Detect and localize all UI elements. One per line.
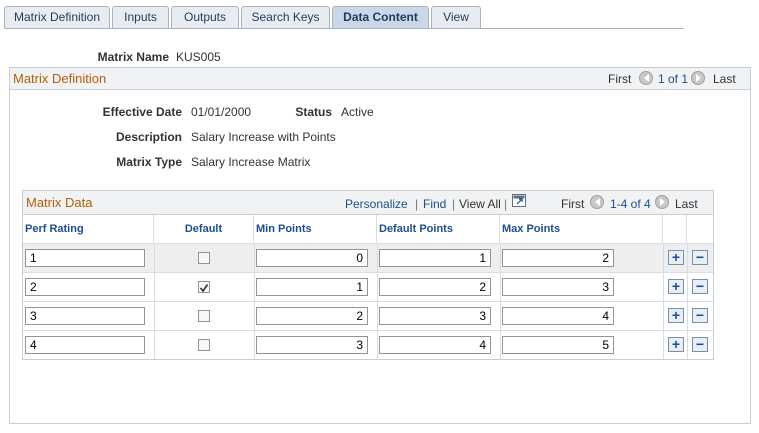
- perf-rating-field[interactable]: [25, 278, 145, 296]
- matrix-type-value: Salary Increase Matrix: [191, 155, 311, 169]
- tab-search-keys[interactable]: Search Keys: [241, 6, 330, 28]
- default-points-field[interactable]: [379, 336, 491, 354]
- matrix-definition-title: Matrix Definition: [13, 71, 107, 86]
- matrix-name-label: Matrix Name: [97, 50, 169, 64]
- tab-view[interactable]: View: [431, 6, 481, 28]
- previous-icon[interactable]: [639, 71, 653, 85]
- grid-last-label: Last: [675, 197, 698, 211]
- column-header-default-points: Default Points: [377, 215, 500, 243]
- default-points-field[interactable]: [379, 278, 491, 296]
- separator: |: [415, 197, 419, 211]
- definition-last-label: Last: [713, 72, 736, 86]
- matrix-name-value: KUS005: [176, 50, 221, 64]
- perf-rating-field[interactable]: [25, 307, 145, 325]
- status-label: Status: [295, 105, 332, 119]
- find-link[interactable]: Find: [423, 197, 446, 211]
- table-row: + −: [23, 301, 713, 330]
- add-row-button[interactable]: +: [668, 337, 684, 352]
- effective-date-value: 01/01/2000: [191, 105, 252, 119]
- max-points-field[interactable]: [502, 249, 614, 267]
- min-points-field[interactable]: [256, 307, 368, 325]
- column-divider: [254, 243, 255, 359]
- column-header-default: Default: [154, 215, 254, 243]
- column-header-add: [663, 215, 687, 243]
- separator: |: [452, 197, 456, 211]
- tab-data-content[interactable]: Data Content: [332, 6, 429, 29]
- separator: |: [504, 197, 508, 211]
- description-value: Salary Increase with Points: [191, 130, 336, 144]
- grid-count: 1-4 of 4: [610, 197, 651, 211]
- column-header-min-points: Min Points: [254, 215, 377, 243]
- effective-date-label: Effective Date: [102, 105, 182, 119]
- matrix-type-label: Matrix Type: [116, 155, 182, 169]
- view-all-link[interactable]: View All: [459, 197, 501, 211]
- max-points-field[interactable]: [502, 307, 614, 325]
- tab-divider: [4, 28, 684, 29]
- definition-count: 1 of 1: [658, 72, 689, 86]
- personalize-link[interactable]: Personalize: [345, 197, 408, 211]
- add-row-button[interactable]: +: [668, 308, 684, 323]
- column-header-delete: [687, 215, 713, 243]
- description-label: Description: [115, 130, 182, 144]
- column-divider: [663, 243, 664, 359]
- default-checkbox[interactable]: [198, 339, 210, 351]
- add-row-button[interactable]: +: [668, 279, 684, 294]
- matrix-data-grid: Matrix Data Personalize | Find | View Al…: [22, 190, 714, 360]
- perf-rating-field[interactable]: [25, 336, 145, 354]
- default-checkbox[interactable]: [198, 281, 210, 293]
- tab-bar: Matrix Definition Inputs Outputs Search …: [4, 6, 684, 29]
- tab-matrix-definition[interactable]: Matrix Definition: [4, 6, 110, 28]
- next-icon[interactable]: [691, 71, 705, 85]
- default-points-field[interactable]: [379, 307, 491, 325]
- definition-first-label: First: [608, 72, 632, 86]
- new-window-icon[interactable]: [512, 194, 526, 207]
- column-divider: [377, 243, 378, 359]
- column-divider: [687, 243, 688, 359]
- max-points-field[interactable]: [502, 336, 614, 354]
- column-divider: [154, 243, 155, 359]
- next-icon[interactable]: [655, 195, 669, 209]
- min-points-field[interactable]: [256, 249, 368, 267]
- tab-inputs[interactable]: Inputs: [112, 6, 169, 28]
- min-points-field[interactable]: [256, 336, 368, 354]
- perf-rating-field[interactable]: [25, 249, 145, 267]
- delete-row-button[interactable]: −: [692, 250, 708, 265]
- column-header-max-points: Max Points: [500, 215, 663, 243]
- add-row-button[interactable]: +: [668, 250, 684, 265]
- previous-icon[interactable]: [590, 195, 604, 209]
- column-header-perf-rating: Perf Rating: [23, 215, 154, 243]
- max-points-field[interactable]: [502, 278, 614, 296]
- table-row: + −: [23, 243, 713, 272]
- matrix-data-title: Matrix Data: [26, 195, 93, 210]
- check-icon: [199, 284, 209, 293]
- matrix-data-header: Matrix Data Personalize | Find | View Al…: [23, 191, 713, 215]
- delete-row-button[interactable]: −: [692, 279, 708, 294]
- grid-first-label: First: [561, 197, 585, 211]
- matrix-definition-header: Matrix Definition First 1 of 1 Last: [10, 68, 750, 90]
- min-points-field[interactable]: [256, 278, 368, 296]
- default-checkbox[interactable]: [198, 310, 210, 322]
- delete-row-button[interactable]: −: [692, 337, 708, 352]
- status-value: Active: [341, 105, 374, 119]
- table-row: + −: [23, 272, 713, 301]
- tab-outputs[interactable]: Outputs: [171, 6, 239, 28]
- default-checkbox[interactable]: [198, 252, 210, 264]
- table-row: + −: [23, 330, 713, 359]
- default-points-field[interactable]: [379, 249, 491, 267]
- delete-row-button[interactable]: −: [692, 308, 708, 323]
- column-divider: [500, 243, 501, 359]
